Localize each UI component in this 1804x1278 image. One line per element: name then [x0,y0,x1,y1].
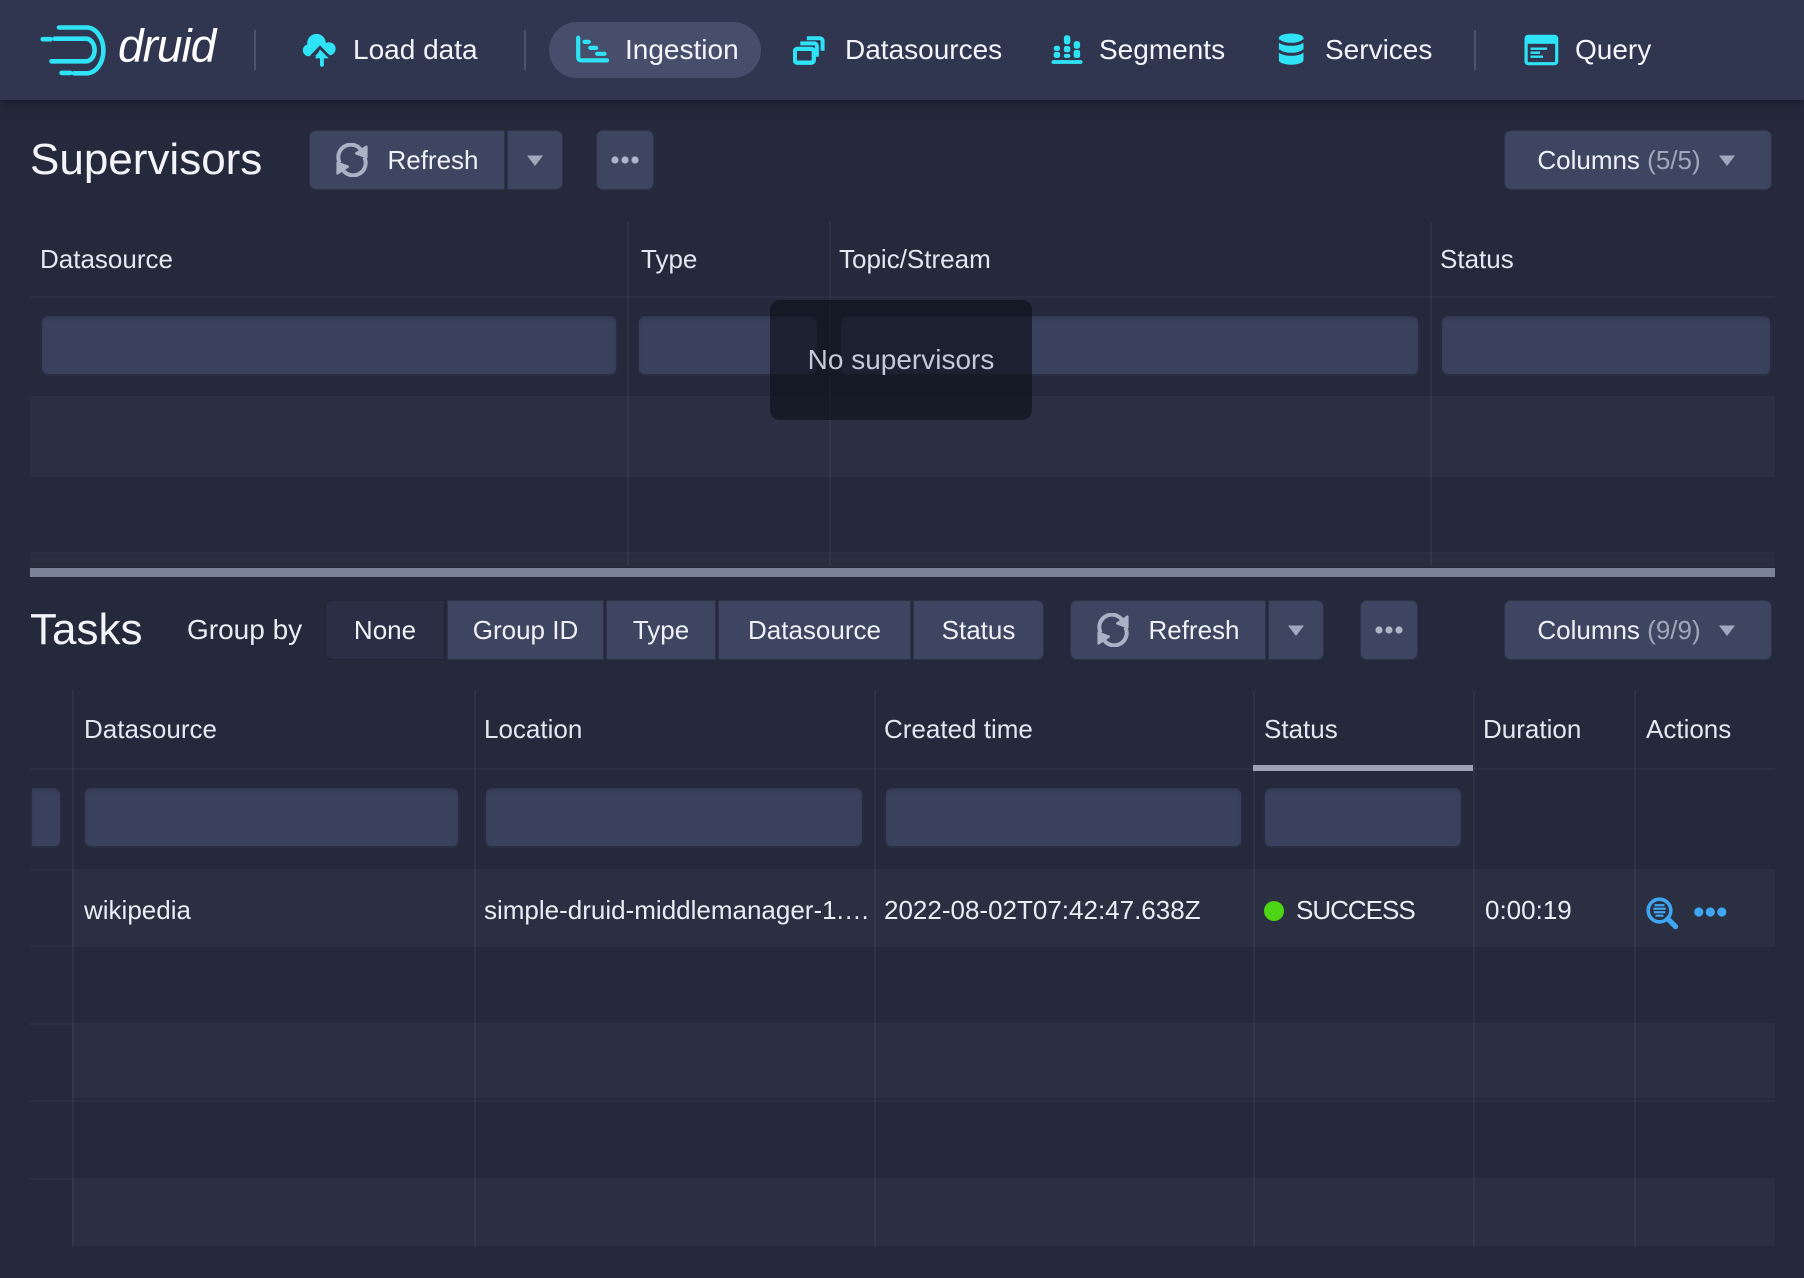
svg-text:druid: druid [118,20,218,72]
